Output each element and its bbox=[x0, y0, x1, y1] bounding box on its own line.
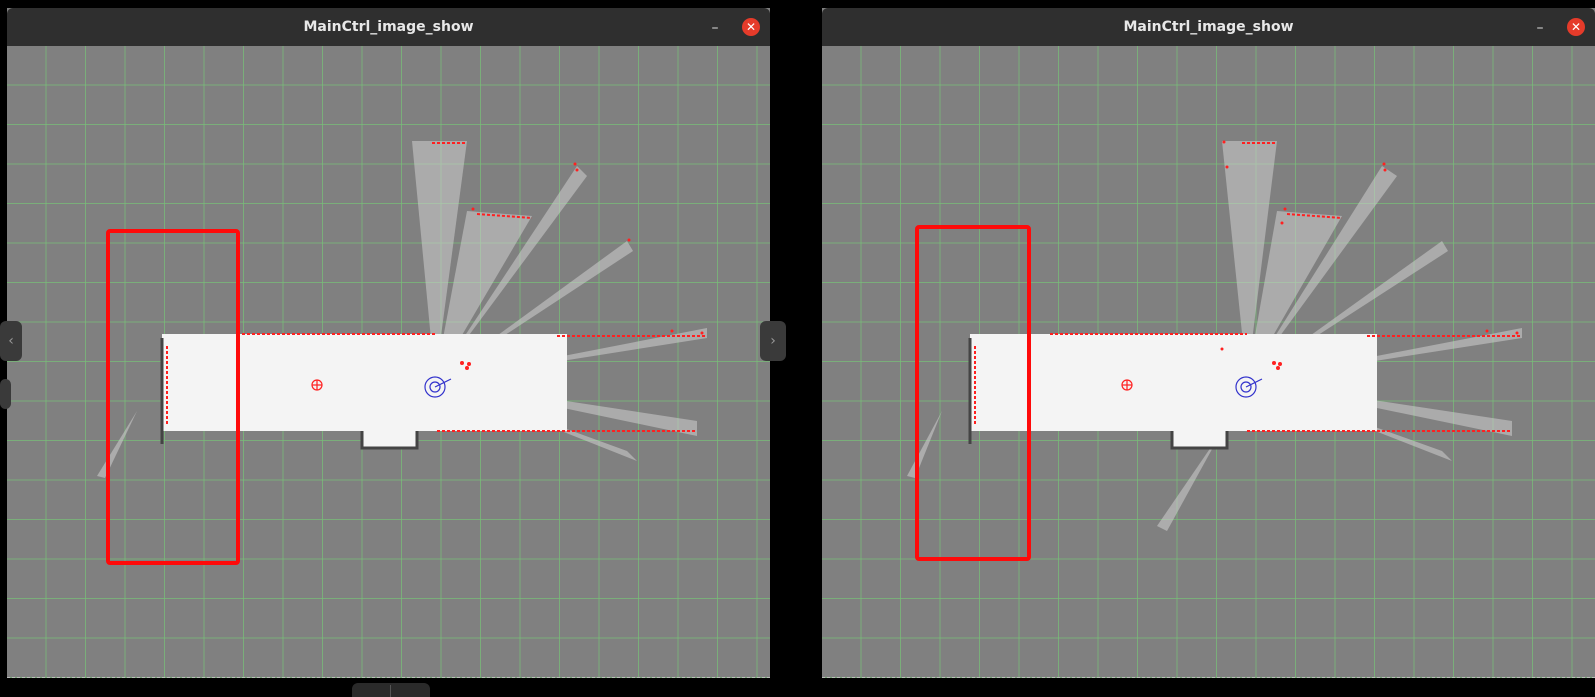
occupancy-map bbox=[907, 140, 1522, 561]
next-arrow-icon[interactable]: › bbox=[760, 321, 786, 361]
map-canvas[interactable] bbox=[822, 46, 1595, 678]
free-space bbox=[162, 334, 567, 448]
side-handle[interactable] bbox=[0, 379, 11, 409]
prev-arrow-icon[interactable]: ‹ bbox=[0, 321, 22, 361]
map-window-left: MainCtrl_image_show – ✕ bbox=[7, 8, 770, 678]
titlebar[interactable]: MainCtrl_image_show – ✕ bbox=[7, 8, 770, 46]
window-title: MainCtrl_image_show bbox=[303, 19, 474, 35]
map-window-right: MainCtrl_image_show – ✕ bbox=[822, 8, 1595, 678]
target-marker bbox=[1121, 379, 1133, 391]
bottom-handle[interactable] bbox=[352, 683, 430, 697]
close-icon[interactable]: ✕ bbox=[742, 18, 760, 36]
divider bbox=[390, 685, 391, 697]
minimize-icon[interactable]: – bbox=[708, 21, 722, 35]
target-marker bbox=[311, 379, 323, 391]
titlebar[interactable]: MainCtrl_image_show – ✕ bbox=[822, 8, 1595, 46]
occupancy-map bbox=[97, 141, 707, 565]
minimize-icon[interactable]: – bbox=[1533, 21, 1547, 35]
map-canvas[interactable] bbox=[7, 46, 770, 678]
window-title: MainCtrl_image_show bbox=[1123, 19, 1294, 35]
free-space bbox=[970, 334, 1377, 448]
close-icon[interactable]: ✕ bbox=[1567, 18, 1585, 36]
